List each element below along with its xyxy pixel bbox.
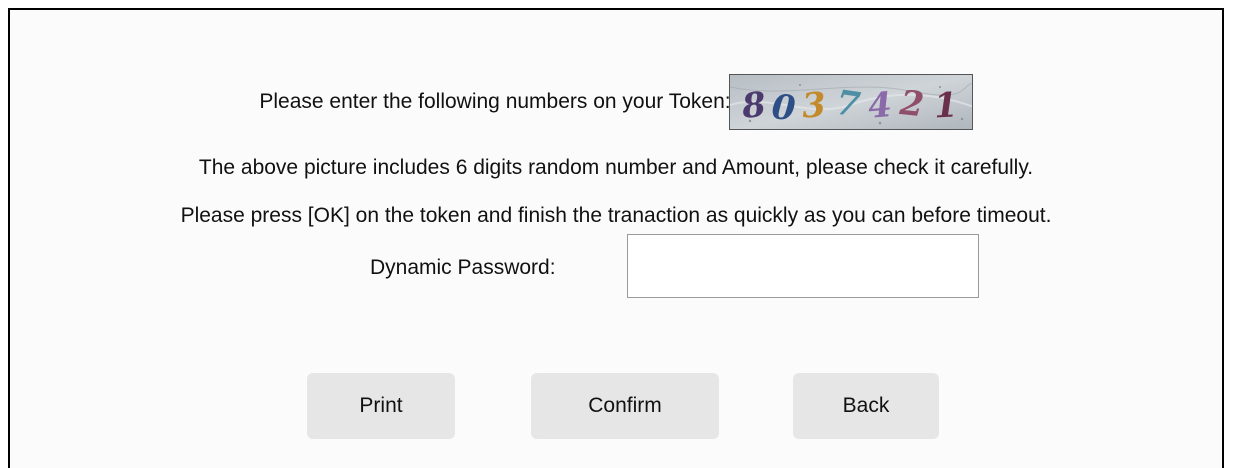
dynamic-password-input[interactable] [627, 234, 979, 298]
captcha-digit: 2 [897, 83, 926, 125]
dynamic-password-row: Dynamic Password: [10, 234, 1222, 300]
token-prompt-row: Please enter the following numbers on yo… [10, 74, 1222, 130]
captcha-digit: 1 [933, 85, 959, 126]
info-line-timeout: Please press [OK] on the token and finis… [180, 204, 1052, 227]
back-button[interactable]: Back [793, 373, 939, 439]
captcha-digit: 4 [866, 85, 893, 127]
token-verification-panel: Please enter the following numbers on yo… [8, 8, 1224, 468]
token-captcha-image: 8037421 [728, 74, 973, 130]
captcha-digit: 3 [800, 85, 826, 127]
captcha-digit: 8 [739, 85, 768, 127]
token-prompt-text: Please enter the following numbers on yo… [259, 90, 731, 113]
info-line-amount: The above picture includes 6 digits rand… [198, 156, 1034, 179]
print-button[interactable]: Print [307, 373, 455, 439]
confirm-button[interactable]: Confirm [531, 373, 719, 439]
captcha-digit: 0 [770, 87, 797, 129]
dynamic-password-label: Dynamic Password: [370, 256, 556, 279]
